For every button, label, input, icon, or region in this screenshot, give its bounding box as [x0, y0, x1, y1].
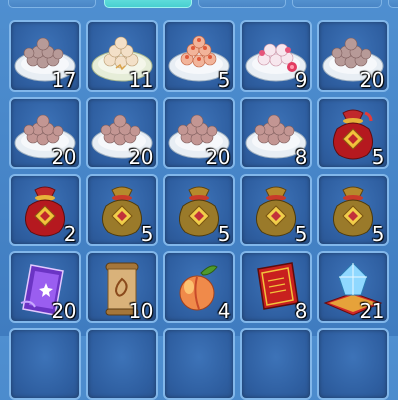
inventory-slot[interactable]: 20	[86, 97, 158, 169]
item-count: 5	[140, 222, 154, 246]
inventory-slot[interactable]: 20	[9, 251, 81, 323]
item-count: 20	[51, 145, 77, 169]
item-count: 2	[63, 222, 77, 246]
item-count: 17	[51, 68, 77, 92]
item-count: 11	[128, 68, 154, 92]
inventory-grid: 17 11 5 9 20 20 20 20 8 5 2 5 5 5 5 20 1…	[0, 0, 398, 400]
inventory-slot[interactable]: 20	[317, 20, 389, 92]
item-count: 9	[294, 68, 308, 92]
inventory-slot[interactable]: 9	[240, 20, 312, 92]
inventory-slot[interactable]	[163, 328, 235, 400]
item-count: 4	[217, 299, 231, 323]
inventory-slot[interactable]: 5	[240, 174, 312, 246]
item-count: 20	[51, 299, 77, 323]
inventory-slot[interactable]: 5	[163, 174, 235, 246]
item-count: 20	[205, 145, 231, 169]
inventory-slot[interactable]: 8	[240, 97, 312, 169]
item-count: 21	[359, 299, 385, 323]
item-count: 20	[128, 145, 154, 169]
inventory-slot[interactable]: 10	[86, 251, 158, 323]
inventory-slot[interactable]: 8	[240, 251, 312, 323]
item-count: 5	[371, 222, 385, 246]
item-count: 20	[359, 68, 385, 92]
item-count: 8	[294, 145, 308, 169]
inventory-slot[interactable]	[9, 328, 81, 400]
inventory-slot[interactable]: 17	[9, 20, 81, 92]
inventory-slot[interactable]	[317, 328, 389, 400]
item-count: 8	[294, 299, 308, 323]
inventory-slot[interactable]: 5	[317, 97, 389, 169]
inventory-slot[interactable]: 20	[163, 97, 235, 169]
inventory-slot[interactable]: 2	[9, 174, 81, 246]
inventory-slot[interactable]: 11	[86, 20, 158, 92]
inventory-slot[interactable]: 21	[317, 251, 389, 323]
inventory-slot[interactable]: 5	[163, 20, 235, 92]
inventory-slot[interactable]	[86, 328, 158, 400]
inventory-slot[interactable]: 5	[86, 174, 158, 246]
item-count: 5	[371, 145, 385, 169]
item-count: 5	[217, 222, 231, 246]
inventory-slot[interactable]: 20	[9, 97, 81, 169]
inventory-slot[interactable]	[240, 328, 312, 400]
inventory-slot[interactable]: 4	[163, 251, 235, 323]
item-count: 10	[128, 299, 154, 323]
inventory-slot[interactable]: 5	[317, 174, 389, 246]
item-count: 5	[294, 222, 308, 246]
item-count: 5	[217, 68, 231, 92]
